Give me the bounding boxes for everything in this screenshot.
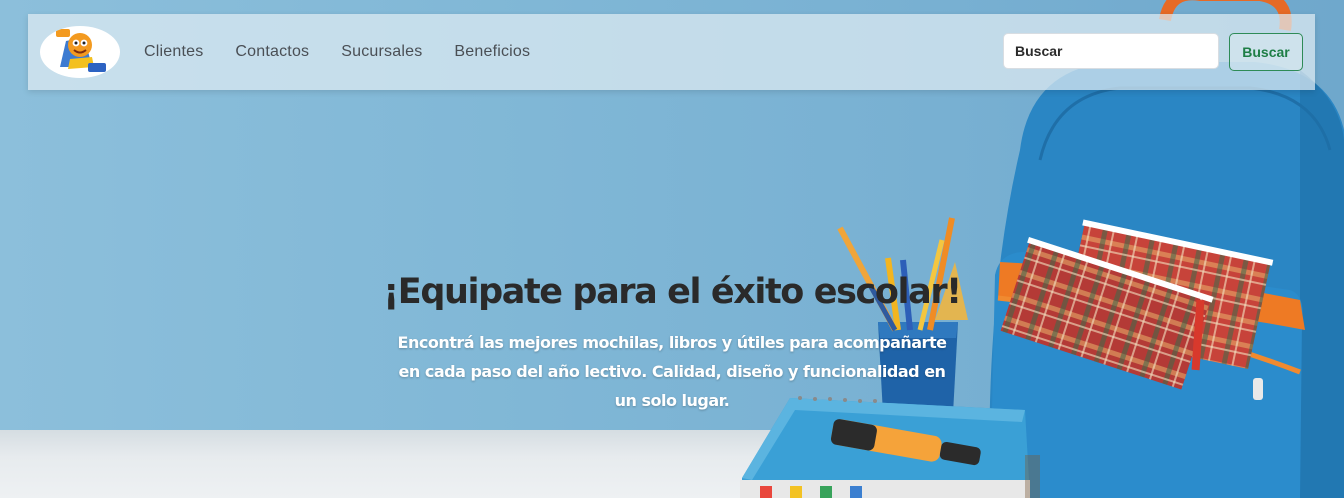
search-button[interactable]: Buscar (1229, 33, 1303, 71)
hero-title: ¡Equipate para el éxito escolar! (383, 272, 962, 312)
nav-links: Clientes Contactos Sucursales Beneficios (144, 14, 562, 90)
nav-link-beneficios[interactable]: Beneficios (454, 43, 530, 61)
nav-link-contactos[interactable]: Contactos (235, 43, 309, 61)
mascot-logo-icon (56, 29, 106, 72)
hero-subtitle: Encontrá las mejores mochilas, libros y … (397, 333, 947, 410)
nav-link-sucursales[interactable]: Sucursales (341, 43, 422, 61)
page: Clientes Contactos Sucursales Beneficios… (0, 0, 1344, 498)
search-input[interactable] (1003, 33, 1219, 69)
hero-section: ¡Equipate para el éxito escolar! Encontr… (380, 266, 964, 415)
brand-logo[interactable] (40, 26, 120, 78)
navbar: Clientes Contactos Sucursales Beneficios… (28, 14, 1315, 90)
nav-link-clientes[interactable]: Clientes (144, 43, 203, 61)
